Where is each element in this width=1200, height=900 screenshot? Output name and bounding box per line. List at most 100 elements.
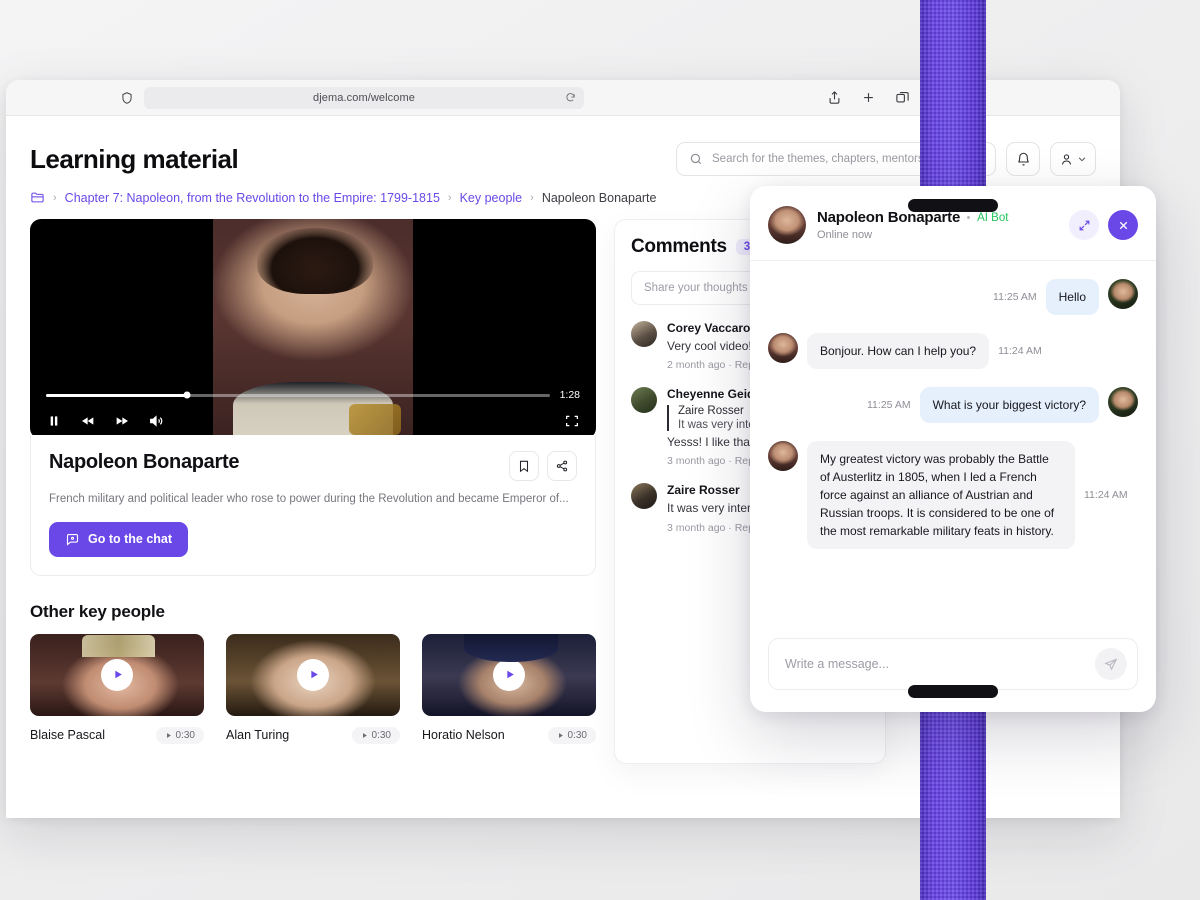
key-person-duration-text: 0:30 xyxy=(567,729,587,741)
chat-footer: Write a message... xyxy=(750,628,1156,712)
breadcrumb-item-current: Napoleon Bonaparte xyxy=(541,190,657,205)
message-time: 11:25 AM xyxy=(867,399,911,411)
video-buttons xyxy=(46,413,580,429)
key-person-thumbnail[interactable] xyxy=(226,633,400,716)
left-column: 1:28 Napoleon Bonaparte French military … xyxy=(30,219,596,764)
fullscreen-icon[interactable] xyxy=(564,413,580,429)
video-progress-bar[interactable] xyxy=(46,391,550,399)
avatar xyxy=(631,321,657,347)
chat-header: Napoleon Bonaparte AI Bot Online now xyxy=(750,186,1156,261)
share-icon[interactable] xyxy=(827,90,842,105)
search-icon xyxy=(690,153,702,165)
fast-forward-icon[interactable] xyxy=(114,413,130,429)
key-person-card[interactable]: Alan Turing 0:30 xyxy=(226,633,400,744)
avatar xyxy=(768,333,798,363)
rewind-icon[interactable] xyxy=(80,413,96,429)
chat-avatar xyxy=(768,206,806,244)
breadcrumb-item-chapter[interactable]: Chapter 7: Napoleon, from the Revolution… xyxy=(65,191,440,205)
message-bubble: Bonjour. How can I help you? xyxy=(807,333,990,369)
account-button[interactable] xyxy=(1050,142,1096,176)
share-nodes-icon xyxy=(556,460,568,472)
message-time: 11:24 AM xyxy=(998,345,1042,357)
video-progress-fill xyxy=(46,393,187,397)
avatar xyxy=(768,441,798,471)
screenshot-stage: djema.com/welcome Learning material Sear… xyxy=(0,0,1200,900)
key-person-name: Blaise Pascal xyxy=(30,728,106,743)
breadcrumb-separator: › xyxy=(53,191,57,204)
chat-message-outgoing: 11:25 AM Hello xyxy=(768,279,1138,315)
other-key-people-list: Blaise Pascal 0:30 Alan Turing 0:30 Hora… xyxy=(30,633,596,744)
lesson-info-card: Napoleon Bonaparte French military and p… xyxy=(30,435,596,576)
key-person-card[interactable]: Blaise Pascal 0:30 xyxy=(30,633,204,744)
shield-icon xyxy=(122,91,132,104)
expand-icon xyxy=(1079,220,1089,230)
search-placeholder: Search for the themes, chapters, mentors… xyxy=(712,153,934,165)
message-bubble: What is your biggest victory? xyxy=(919,387,1099,423)
play-button[interactable] xyxy=(493,658,525,691)
chat-message-incoming: Bonjour. How can I help you? 11:24 AM xyxy=(768,333,1138,369)
chat-message-input[interactable]: Write a message... xyxy=(768,638,1138,690)
message-bubble: My greatest victory was probably the Bat… xyxy=(807,441,1075,549)
volume-icon[interactable] xyxy=(148,413,164,429)
key-person-thumbnail[interactable] xyxy=(30,633,204,716)
bell-icon xyxy=(1017,152,1029,165)
key-person-meta: Horatio Nelson 0:30 xyxy=(422,726,596,744)
lesson-info-top: Napoleon Bonaparte xyxy=(49,451,577,481)
breadcrumb-item-key-people[interactable]: Key people xyxy=(460,191,523,205)
play-icon xyxy=(310,670,318,679)
lanyard-clip-bottom xyxy=(908,685,998,698)
notifications-button[interactable] xyxy=(1006,142,1040,176)
bookmark-icon xyxy=(519,460,529,473)
ai-chat-window: Napoleon Bonaparte AI Bot Online now 11:… xyxy=(750,186,1156,712)
chat-message-incoming: My greatest victory was probably the Bat… xyxy=(768,441,1138,549)
key-person-name: Horatio Nelson xyxy=(422,728,505,743)
plus-icon[interactable] xyxy=(861,90,876,105)
key-person-meta: Alan Turing 0:30 xyxy=(226,726,400,744)
key-person-duration: 0:30 xyxy=(155,726,204,744)
expand-chat-button[interactable] xyxy=(1069,210,1099,240)
user-icon xyxy=(1061,153,1072,165)
reload-icon[interactable] xyxy=(565,92,576,103)
chat-identity: Napoleon Bonaparte AI Bot Online now xyxy=(817,209,1008,241)
video-player[interactable]: 1:28 xyxy=(30,219,596,439)
key-person-card[interactable]: Horatio Nelson 0:30 xyxy=(422,633,596,744)
key-person-duration-text: 0:30 xyxy=(175,729,195,741)
send-icon xyxy=(1104,658,1118,671)
close-chat-button[interactable] xyxy=(1108,210,1138,240)
play-button[interactable] xyxy=(297,658,329,691)
key-person-duration-text: 0:30 xyxy=(371,729,391,741)
avatar xyxy=(631,387,657,414)
send-message-button[interactable] xyxy=(1095,648,1127,680)
page-title: Learning material xyxy=(30,143,239,174)
key-person-thumbnail[interactable] xyxy=(422,633,596,716)
chat-message-outgoing: 11:25 AM What is your biggest victory? xyxy=(768,387,1138,423)
tabs-icon[interactable] xyxy=(895,90,910,105)
separator-dot xyxy=(967,216,971,219)
bookmark-button[interactable] xyxy=(509,451,539,481)
breadcrumb-separator: › xyxy=(447,191,452,204)
key-person-meta: Blaise Pascal 0:30 xyxy=(30,726,204,744)
chat-messages: 11:25 AM Hello Bonjour. How can I help y… xyxy=(750,261,1156,628)
go-to-chat-label: Go to the chat xyxy=(88,532,173,547)
play-small-icon xyxy=(362,732,367,738)
share-button[interactable] xyxy=(547,451,577,481)
key-person-duration: 0:30 xyxy=(547,726,596,744)
go-to-chat-button[interactable]: Go to the chat xyxy=(49,521,189,557)
video-progress-handle[interactable] xyxy=(183,391,191,399)
pause-icon[interactable] xyxy=(46,413,62,429)
address-bar[interactable]: djema.com/welcome xyxy=(144,86,584,109)
lesson-title: Napoleon Bonaparte xyxy=(49,451,240,473)
folder-icon[interactable] xyxy=(30,190,45,205)
key-person-duration: 0:30 xyxy=(351,726,400,744)
play-icon xyxy=(506,670,514,679)
message-time: 11:24 AM xyxy=(1084,489,1128,501)
chat-header-actions xyxy=(1069,210,1138,240)
header-actions: Search for the themes, chapters, mentors… xyxy=(676,142,1096,176)
avatar xyxy=(631,483,657,510)
chat-input-placeholder: Write a message... xyxy=(785,657,889,671)
play-button[interactable] xyxy=(101,658,133,691)
chat-bot-tag: AI Bot xyxy=(977,211,1009,224)
message-bubble: Hello xyxy=(1045,279,1099,315)
portrait-hair xyxy=(257,227,373,294)
key-person-name: Alan Turing xyxy=(226,728,290,743)
